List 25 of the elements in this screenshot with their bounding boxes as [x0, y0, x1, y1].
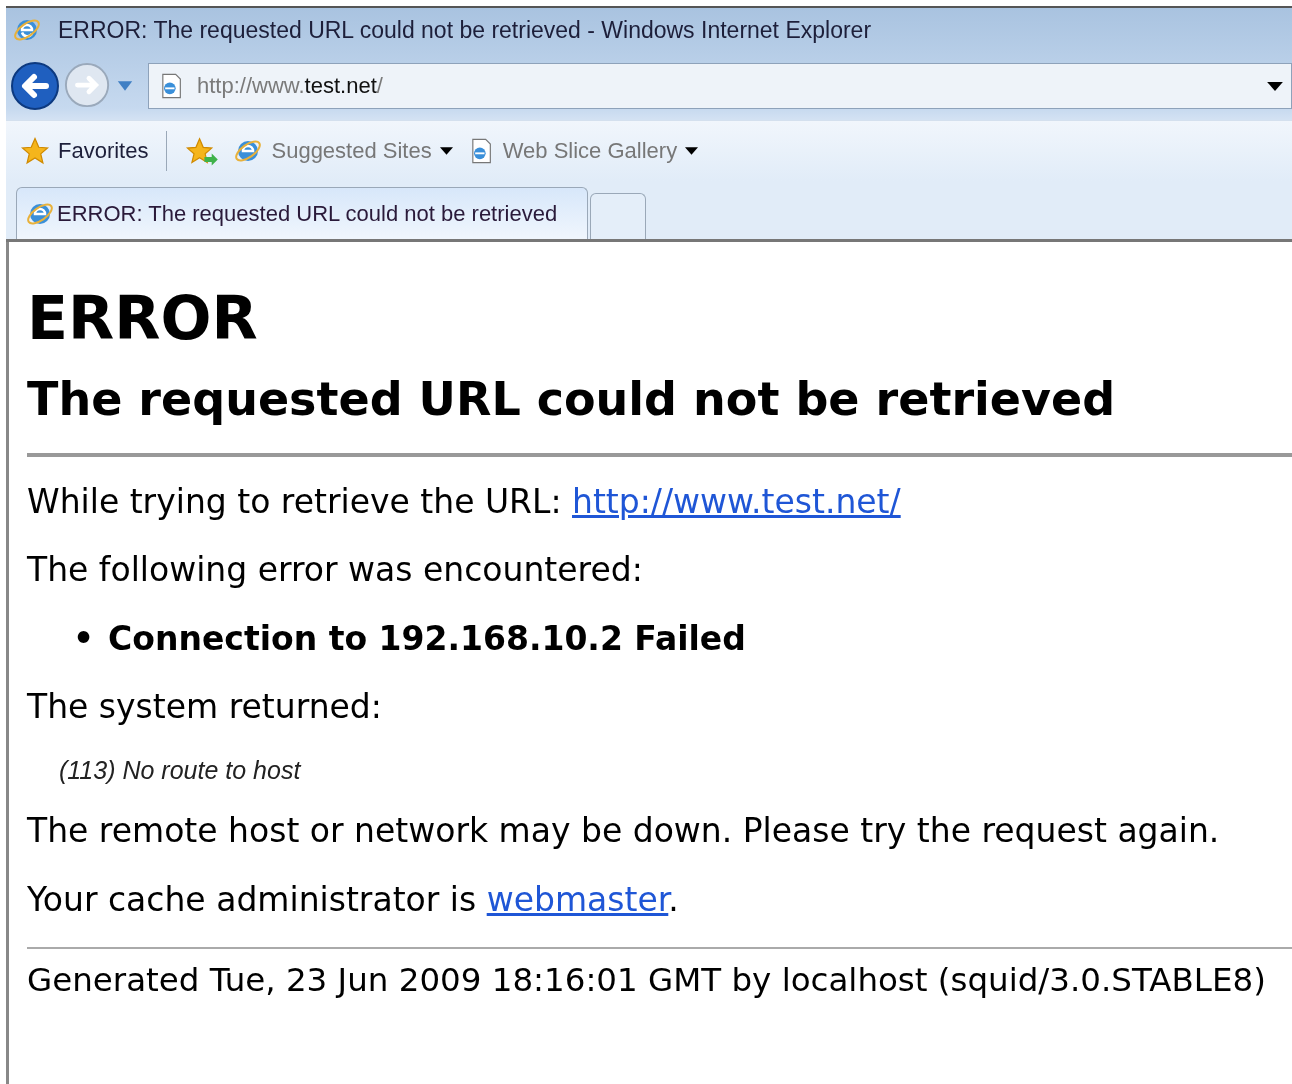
message-text: While trying to retrieve the URL: http://www.test.net/: [27, 481, 902, 524]
footer-text: Generated Tue, 23 Jun 2009 18:16:01 GMT by localhost (squid/3.0.STABLE8): [27, 959, 1267, 1001]
browser-tab[interactable]: [590, 193, 647, 239]
message-text: Your cache administrator is webmaster.: [27, 878, 680, 921]
favorites-link[interactable]: Suggested Sites: [233, 136, 453, 166]
history-dropdown-icon[interactable]: [116, 80, 134, 92]
browser-tab[interactable]: ERROR: The requested URL could not be retrieved: [16, 187, 589, 239]
star-icon: [20, 136, 50, 166]
error-heading: ERROR: [27, 282, 259, 354]
favorites-button[interactable]: Favorites: [20, 136, 149, 166]
message-text: The following error was encountered:: [27, 549, 644, 592]
error-subheading: The requested URL could not be retrieved: [27, 372, 1117, 428]
link[interactable]: http://www.test.net/: [572, 482, 901, 522]
window-title: ERROR: The requested URL could not be retrieved - Windows Internet Explorer: [58, 16, 872, 44]
address-field[interactable]: http://www.test.net/: [148, 63, 1292, 109]
message-text: The remote host or network may be down. Please try the request again.: [27, 810, 1221, 853]
message-text: The system returned:: [27, 685, 383, 728]
error-item: Connection to 192.168.10.2 Failed: [108, 617, 746, 660]
dropdown-arrow-icon[interactable]: [1267, 81, 1283, 91]
link[interactable]: webmaster: [486, 879, 669, 919]
add-favorite-icon[interactable]: [185, 136, 220, 166]
favorites-link[interactable]: Web Slice Gallery: [466, 137, 699, 165]
system-message: (113) No route to host: [59, 754, 303, 786]
bullet-marker: •: [73, 617, 95, 660]
back-button[interactable]: [10, 61, 60, 111]
